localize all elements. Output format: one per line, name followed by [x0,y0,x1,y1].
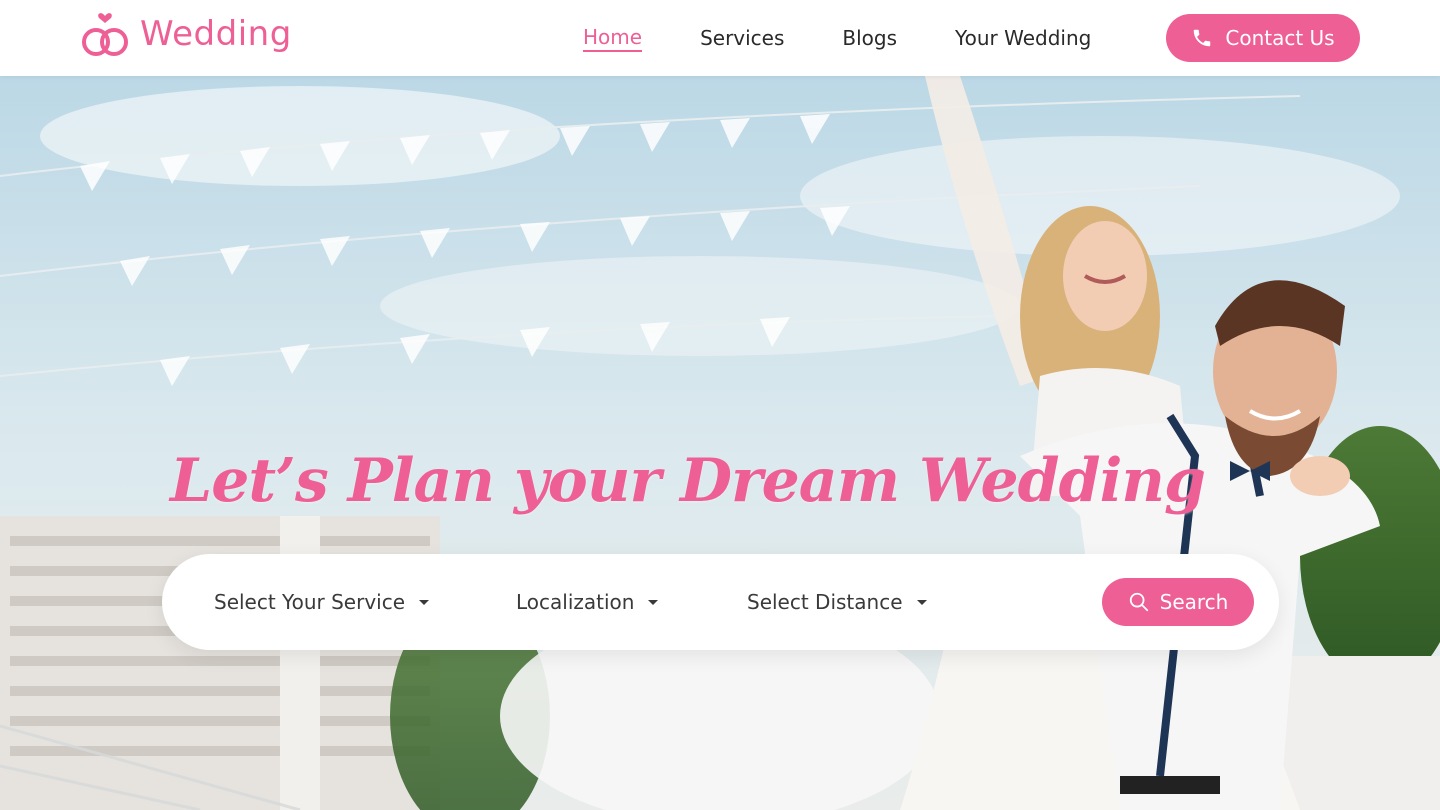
localization-select-label: Localization [516,590,635,614]
nav-your-wedding[interactable]: Your Wedding [955,25,1091,51]
happy-bride-and-groom-photo [0,76,1440,810]
service-select[interactable]: Select Your Service [214,590,430,614]
search-button-label: Search [1159,590,1229,614]
search-icon [1129,592,1148,612]
hero-section: Let’s Plan your Dream Wedding Select You… [0,76,1440,810]
site-header: Wedding Home Services Blogs Your Wedding… [0,0,1440,76]
service-select-label: Select Your Service [214,590,406,614]
main-nav: Home Services Blogs Your Wedding [583,24,1149,52]
chevron-down-icon [419,599,430,605]
contact-us-label: Contact Us [1225,26,1335,50]
contact-us-button[interactable]: Contact Us [1166,14,1360,62]
hero-headline: Let’s Plan your Dream Wedding [170,446,1206,516]
distance-select-label: Select Distance [747,590,903,614]
search-button[interactable]: Search [1102,578,1254,626]
brand-name: Wedding [140,14,292,54]
nav-home[interactable]: Home [583,24,643,52]
nav-services[interactable]: Services [700,25,784,51]
localization-select[interactable]: Localization [516,590,659,614]
nav-blogs[interactable]: Blogs [842,25,897,51]
brand-logo[interactable]: Wedding [80,10,292,58]
wedding-rings-icon [82,13,128,56]
chevron-down-icon [916,599,927,605]
chevron-down-icon [648,599,659,605]
distance-select[interactable]: Select Distance [747,590,927,614]
phone-icon [1194,29,1211,47]
search-bar: Select Your Service Localization Select … [162,554,1279,650]
